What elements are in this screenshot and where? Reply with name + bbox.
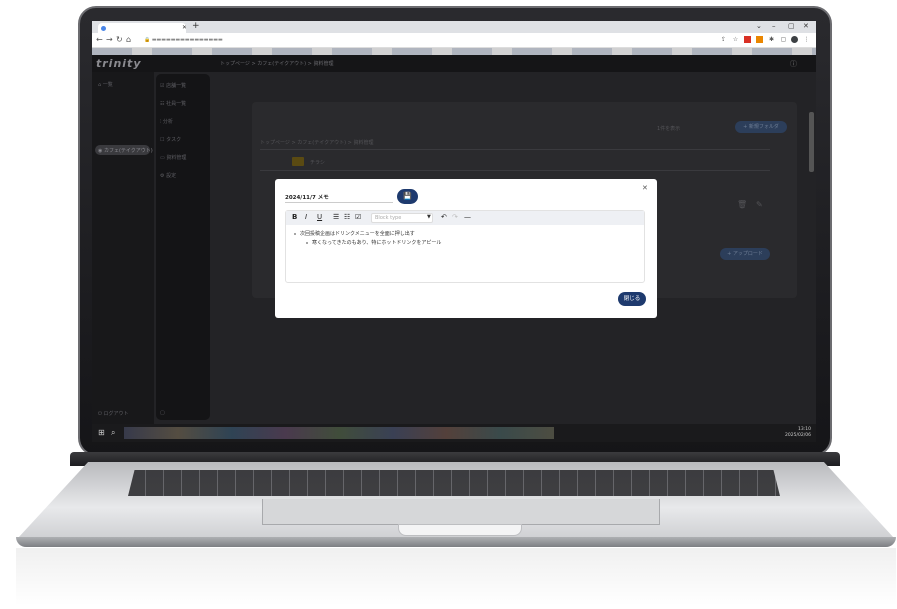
address-bar[interactable]: 🔒 ▬▬▬▬▬▬▬▬▬▬▬▬▬▬▬ (144, 37, 223, 43)
extensions-puzzle-icon[interactable]: ✱ (768, 36, 775, 43)
laptop-screen: ✕ + ⌄ – ▢ ✕ ← → ↻ ⌂ 🔒 ▬▬▬▬▬▬▬▬▬▬▬▬▬▬▬ ⇪ … (92, 21, 816, 442)
checklist-icon[interactable]: ☑ (355, 213, 361, 221)
count-label: 1件を表示 (657, 126, 681, 132)
laptop-front-edge (16, 537, 896, 547)
upload-button[interactable]: + アップロード (720, 248, 770, 260)
list-item[interactable]: 寒くなってきたのもあり、特にホットドリンクをアピール (312, 239, 441, 246)
os-taskbar: ⊞ ⌕ 13:10 2025/02/06 (92, 424, 816, 442)
laptop-reflection (16, 548, 896, 606)
sidebar-item-tasks[interactable]: ☐ タスク (160, 136, 181, 143)
breadcrumb[interactable]: トップページ > カフェ(テイクアウト) > 資料管理 (220, 60, 333, 67)
browser-toolbar: ← → ↻ ⌂ 🔒 ▬▬▬▬▬▬▬▬▬▬▬▬▬▬▬ ⇪ ☆ ✱ ▢ ⋮ (92, 33, 816, 48)
laptop-notch (398, 524, 522, 536)
close-tab-icon[interactable]: ✕ (182, 24, 186, 31)
forward-icon[interactable]: → (106, 35, 113, 44)
sidebar-item-settings[interactable]: ⚙ 設定 (160, 172, 176, 179)
block-type-select[interactable]: Block type (371, 213, 433, 223)
chevron-down-icon: ▼ (427, 214, 431, 220)
back-icon[interactable]: ← (96, 35, 103, 44)
minimize-icon[interactable]: – (772, 22, 776, 30)
rich-text-editor[interactable]: B I U ☰ ☷ ☑ Block type ▼ ↶ ↷ — 次回投稿企画はドリ… (285, 210, 645, 283)
scrollbar[interactable] (809, 112, 814, 172)
laptop-keyboard (128, 470, 780, 496)
bookmark-star-icon[interactable]: ☆ (732, 36, 739, 43)
divider (260, 170, 770, 171)
app-header: trinity トップページ > カフェ(テイクアウト) > 資料管理 ⓘ (92, 55, 816, 72)
sidebar-item-list[interactable]: ⌂ 一覧 (98, 81, 113, 88)
bullet-marker (306, 242, 308, 244)
delete-icon[interactable]: 🗑 (737, 200, 747, 209)
close-window-icon[interactable]: ✕ (803, 22, 809, 30)
browser-tabbar: ✕ + ⌄ – ▢ ✕ (92, 21, 816, 33)
horizontal-rule-icon[interactable]: — (464, 213, 471, 221)
redo-icon[interactable]: ↷ (452, 213, 458, 221)
italic-button[interactable]: I (305, 213, 307, 221)
sidebar-primary: ⌂ 一覧 ◉ カフェ(テイクアウト) ⏻ ログアウト ▢ (92, 72, 154, 431)
extension-orange-icon[interactable] (756, 36, 763, 43)
bold-button[interactable]: B (292, 213, 297, 221)
sidebar-item-stores[interactable]: ☑ 店舗一覧 (160, 82, 186, 89)
sidebar-item-cafe[interactable]: ◉ カフェ(テイクアウト) (98, 147, 153, 154)
editor-toolbar: B I U ☰ ☷ ☑ Block type ▼ ↶ ↷ — (286, 211, 644, 225)
sidebar-secondary: ☑ 店舗一覧 ☷ 社員一覧 ⫶ 分析 ☐ タスク ▭ 資料管理 ⚙ 設定 ▢ (156, 74, 210, 420)
clock-date: 2025/02/06 (785, 433, 811, 438)
sidebar-item-analysis[interactable]: ⫶ 分析 (160, 118, 173, 125)
numbered-list-icon[interactable]: ☷ (344, 213, 350, 221)
taskbar-apps[interactable] (124, 427, 554, 439)
close-icon[interactable]: ✕ (642, 184, 648, 192)
browser-menu-icon[interactable]: ⋮ (803, 36, 810, 43)
reload-icon[interactable]: ↻ (116, 35, 123, 44)
sidebar-item-logout[interactable]: ⏻ ログアウト (98, 410, 129, 417)
taskbar-clock[interactable]: 13:10 2025/02/06 (785, 427, 811, 439)
browser-tab[interactable]: ✕ (98, 23, 186, 33)
new-folder-button[interactable]: + 新規フォルダ (735, 121, 787, 133)
bullet-marker (294, 233, 296, 235)
folder-icon (292, 157, 304, 166)
memo-modal: 2024/11/7 メモ 💾 ✕ B I U ☰ ☷ ☑ Block type … (275, 179, 657, 318)
memo-title-input[interactable]: 2024/11/7 メモ (285, 191, 393, 203)
profile-avatar-icon[interactable] (791, 36, 798, 43)
tab-search-icon[interactable]: ⌄ (756, 22, 762, 30)
save-icon: 💾 (403, 192, 412, 200)
new-tab-icon[interactable]: + (192, 21, 200, 31)
help-icon[interactable]: ⓘ (790, 59, 797, 69)
share-icon[interactable]: ⇪ (720, 36, 727, 43)
bullet-list-icon[interactable]: ☰ (333, 213, 339, 221)
app-logo: trinity (96, 57, 142, 70)
extension-red-icon[interactable] (744, 36, 751, 43)
sidebar-item-staff[interactable]: ☷ 社員一覧 (160, 100, 186, 107)
save-button[interactable]: 💾 (397, 189, 418, 204)
undo-icon[interactable]: ↶ (441, 213, 447, 221)
divider (260, 149, 770, 150)
list-item[interactable]: 次回投稿企画はドリンクメニューを全面に押し出す (300, 230, 415, 237)
folder-section-label: トップページ > カフェ(テイクアウト) > 資料管理 (260, 140, 374, 146)
edit-icon[interactable]: ✎ (756, 200, 763, 209)
underline-button[interactable]: U (317, 213, 322, 221)
home-icon[interactable]: ⌂ (126, 35, 131, 44)
folder-name[interactable]: チラシ (310, 159, 325, 166)
bookmarks-bar (92, 48, 816, 55)
laptop-trackpad (262, 499, 660, 525)
sidebar-item-documents[interactable]: ▭ 資料管理 (160, 154, 186, 161)
search-icon[interactable]: ⌕ (111, 428, 115, 438)
favicon-icon (101, 26, 106, 31)
collapse-secondary-icon[interactable]: ▢ (160, 410, 165, 416)
maximize-icon[interactable]: ▢ (788, 22, 795, 30)
start-icon[interactable]: ⊞ (98, 428, 105, 437)
close-button[interactable]: 閉じる (618, 292, 646, 306)
sidepanel-icon[interactable]: ▢ (780, 36, 787, 43)
